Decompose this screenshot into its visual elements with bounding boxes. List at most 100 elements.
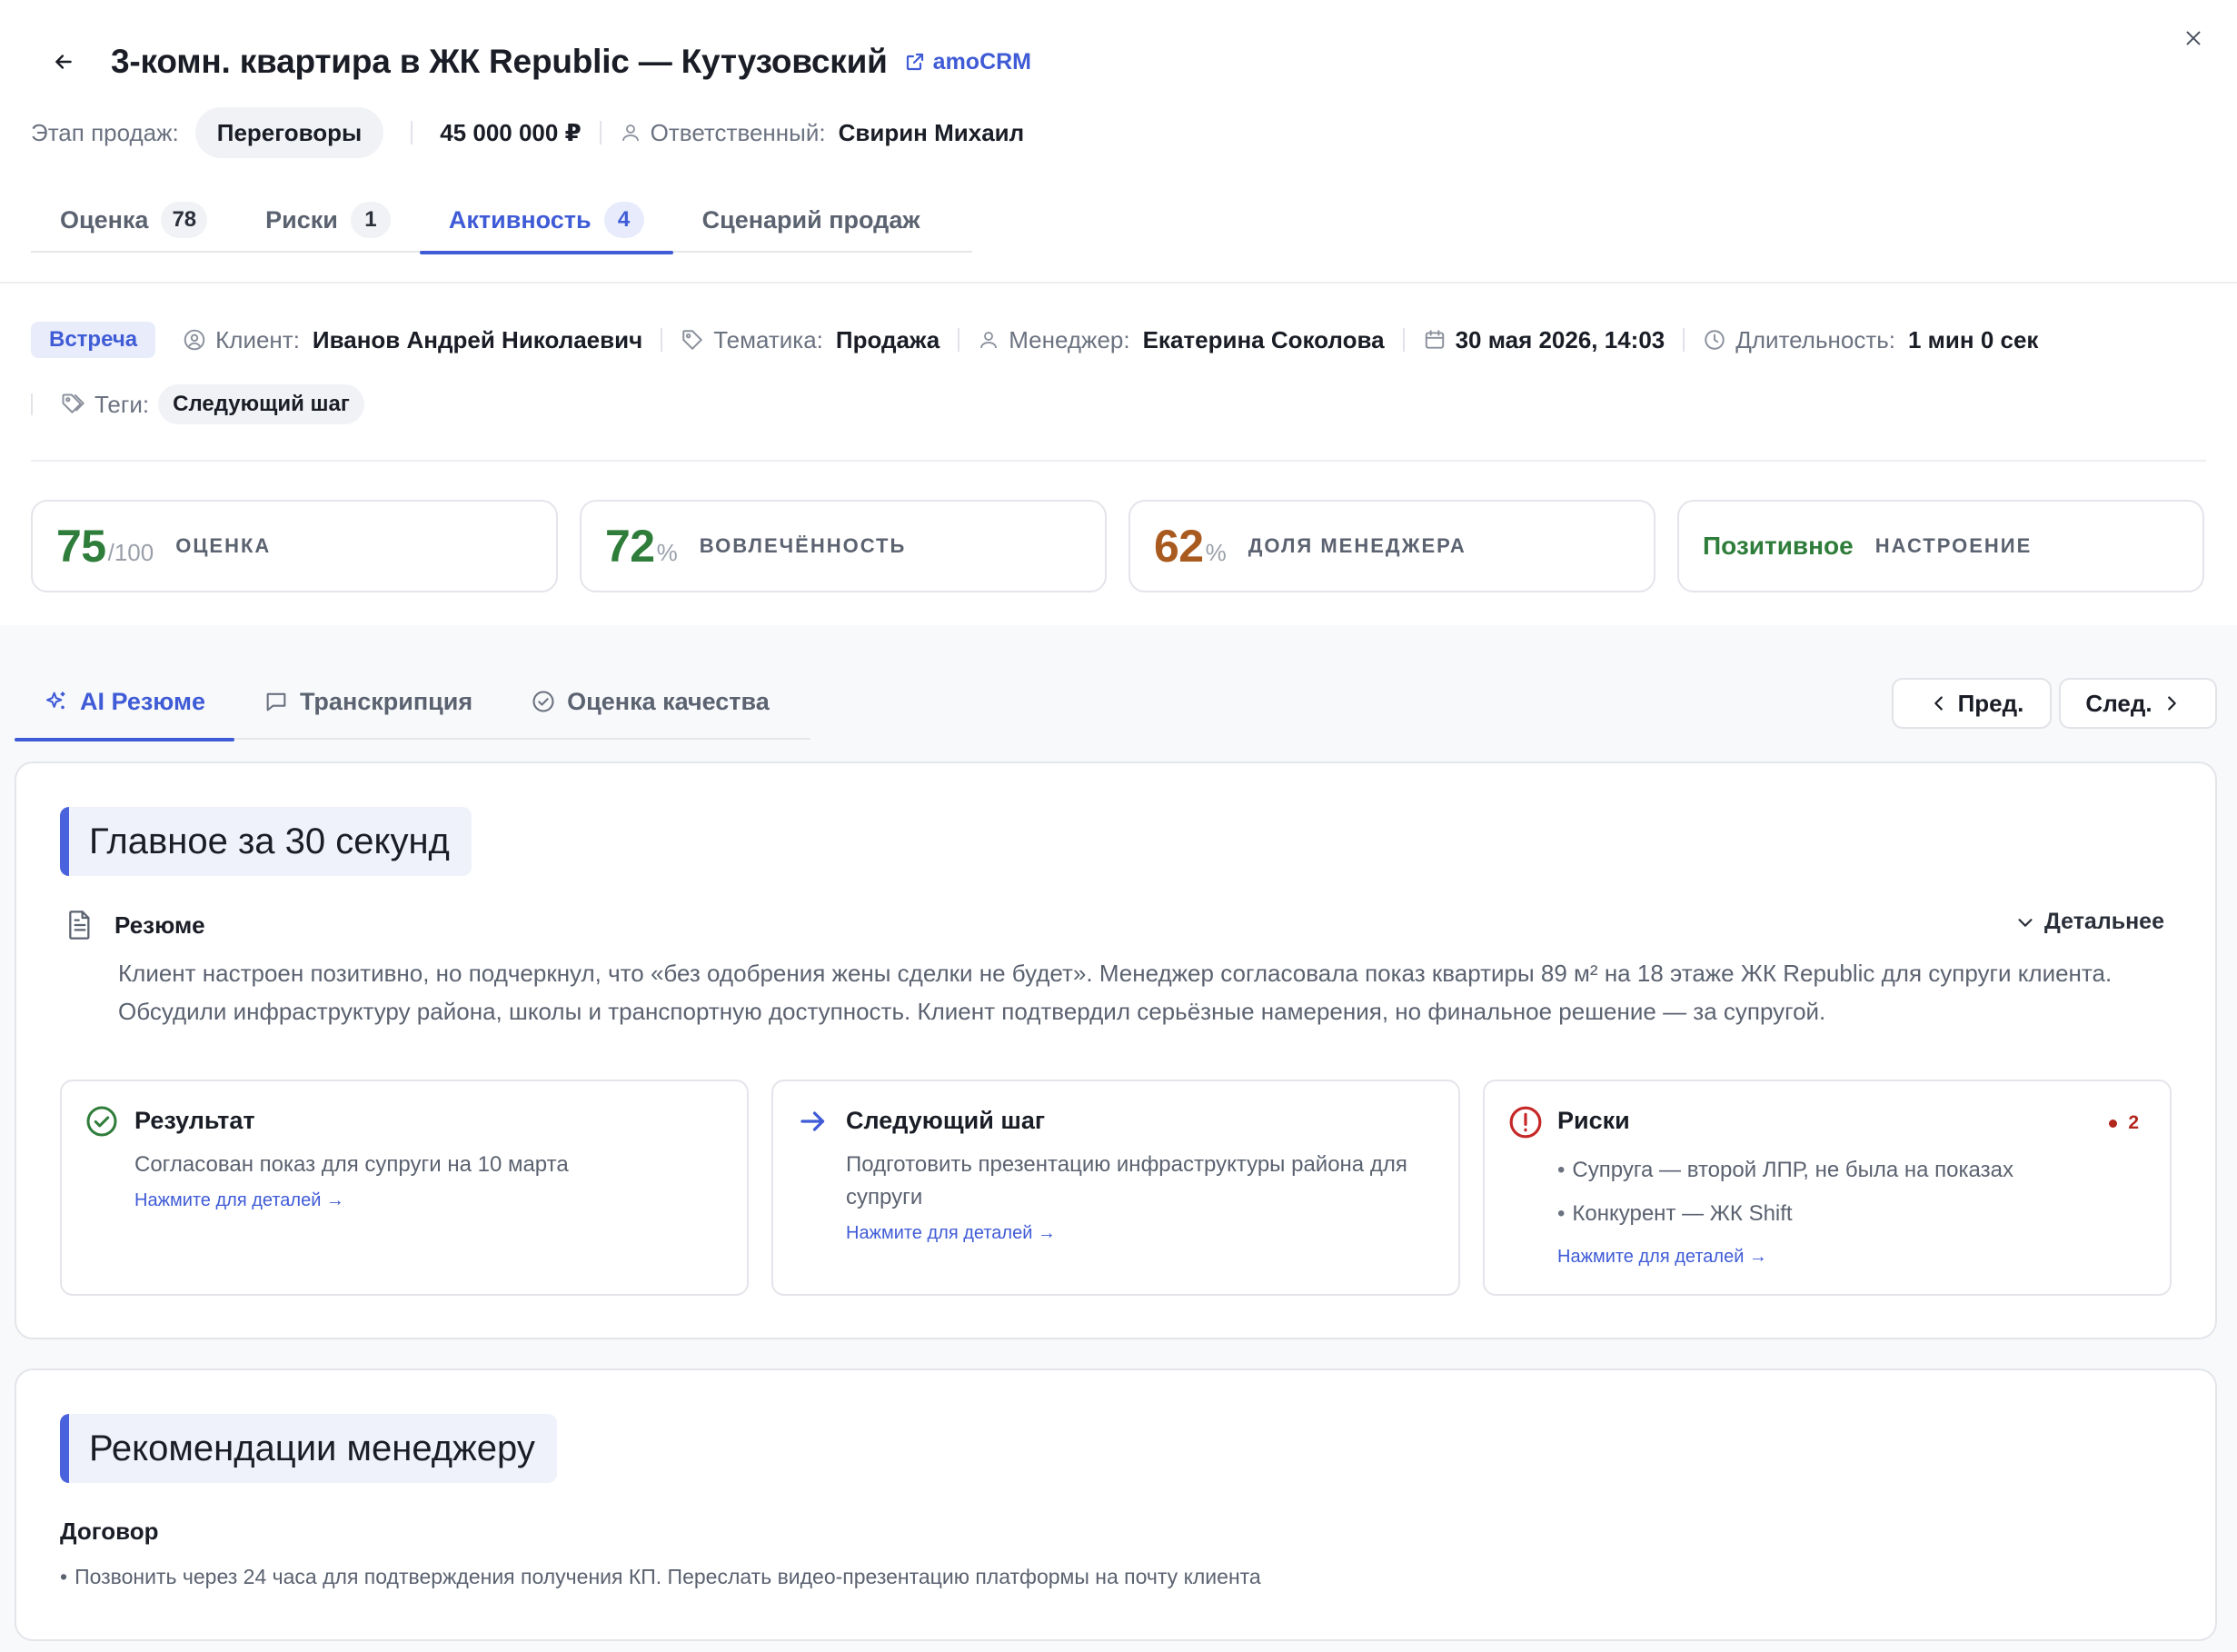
tab-count-badge: 4 bbox=[603, 202, 644, 238]
sparkles-icon bbox=[46, 692, 65, 710]
details-toggle-label: Детальнее bbox=[2044, 909, 2164, 934]
next-step-text: Подготовить презентацию инфраструктуры р… bbox=[846, 1152, 1407, 1209]
stage-badge[interactable]: Переговоры bbox=[194, 107, 384, 158]
risks-details-link[interactable]: Нажмите для деталей → bbox=[1557, 1247, 1767, 1268]
meeting-meta-row: Встреча Клиент: Иванов Андрей Николаевич… bbox=[31, 320, 2038, 360]
kpi-engagement-value: 72 bbox=[605, 521, 655, 572]
tab-risks[interactable]: Риски 1 bbox=[236, 187, 420, 253]
tab-label: Транскрипция bbox=[299, 687, 473, 715]
kpi-score-label: ОЦЕНКА bbox=[175, 534, 272, 557]
tab-count-badge: 78 bbox=[161, 202, 208, 238]
tab-label: Сценарий продаж bbox=[701, 205, 920, 234]
list-item: Конкурент — ЖК Shift bbox=[1557, 1198, 2013, 1241]
user-icon bbox=[621, 124, 639, 142]
divider bbox=[599, 121, 602, 144]
resume-heading: Резюме bbox=[65, 909, 205, 941]
result-title: Результат bbox=[134, 1107, 255, 1134]
tab-label: Риски bbox=[265, 205, 338, 234]
kpi-score-card: 75 /100 ОЦЕНКА bbox=[31, 500, 558, 592]
details-toggle[interactable]: Детальнее bbox=[2015, 909, 2164, 935]
divider bbox=[31, 460, 2206, 462]
tab-quality-score[interactable]: Оценка качества bbox=[502, 663, 799, 740]
manager-label: Менеджер: bbox=[1009, 325, 1130, 353]
duration-value: 1 мин 0 сек bbox=[1908, 325, 2039, 353]
next-step-card[interactable]: Следующий шаг Подготовить презентацию ин… bbox=[771, 1080, 1460, 1296]
user-circle-icon bbox=[184, 329, 205, 351]
page-title: 3-комн. квартира в ЖК Republic — Кутузов… bbox=[111, 43, 888, 80]
kpi-engagement-card: 72 % ВОВЛЕЧЁННОСТЬ bbox=[580, 500, 1107, 592]
owner-label: Ответственный: bbox=[650, 118, 826, 146]
deal-amount: 45 000 000 ₽ bbox=[440, 118, 582, 146]
divider bbox=[1402, 328, 1405, 352]
user-icon bbox=[980, 332, 998, 349]
chevron-right-icon bbox=[2167, 696, 2176, 711]
tag-icon bbox=[682, 330, 702, 350]
deal-info-row: Этап продаж: Переговоры 45 000 000 ₽ Отв… bbox=[31, 107, 1024, 158]
summary-card: Главное за 30 секунд Резюме Детальнее Кл… bbox=[15, 761, 2217, 1339]
close-button[interactable] bbox=[2177, 22, 2210, 55]
summary-title: Главное за 30 секунд bbox=[60, 807, 472, 876]
amocrm-link[interactable]: amoCRM bbox=[904, 49, 1031, 75]
title-row: 3-комн. квартира в ЖК Republic — Кутузов… bbox=[111, 38, 1031, 85]
owner-value: Свирин Михаил bbox=[838, 118, 1025, 146]
duration-label: Длительность: bbox=[1735, 325, 1895, 353]
stage-label: Этап продаж: bbox=[31, 118, 179, 146]
calendar-icon bbox=[1425, 330, 1444, 349]
prev-button[interactable]: Пред. bbox=[1892, 678, 2052, 729]
recommendations-title: Рекомендации менеджеру bbox=[60, 1414, 557, 1483]
result-card[interactable]: Результат Согласован показ для супруги н… bbox=[60, 1080, 749, 1296]
arrow-right-icon bbox=[800, 1111, 825, 1131]
kpi-mood-label: НАСТРОЕНИЕ bbox=[1874, 534, 2033, 557]
tab-ai-summary[interactable]: AI Резюме bbox=[15, 663, 234, 741]
tab-transcription[interactable]: Транскрипция bbox=[234, 663, 502, 740]
tab-score[interactable]: Оценка 78 bbox=[31, 187, 236, 253]
chevron-left-icon bbox=[1934, 696, 1943, 711]
client-label: Клиент: bbox=[215, 325, 300, 353]
divider bbox=[31, 393, 33, 415]
divider bbox=[411, 121, 413, 144]
recommendation-text: Позвонить через 24 часа для подтверждени… bbox=[60, 1565, 1261, 1589]
tags-info: Теги: bbox=[60, 391, 149, 419]
chevron-down-icon bbox=[2018, 918, 2033, 927]
resume-text: Клиент настроен позитивно, но подчеркнул… bbox=[118, 960, 2113, 1025]
tab-label: Оценка качества bbox=[567, 687, 770, 715]
client-info: Клиент: Иванов Андрей Николаевич bbox=[183, 326, 642, 354]
kpi-manager-share-card: 62 % ДОЛЯ МЕНЕДЖЕРА bbox=[1128, 500, 1655, 592]
tab-label: Оценка bbox=[60, 205, 149, 234]
back-button[interactable] bbox=[47, 45, 80, 78]
prev-button-label: Пред. bbox=[1957, 689, 2024, 717]
duration-info: Длительность: 1 мин 0 сек bbox=[1703, 326, 2038, 354]
alert-circle-icon bbox=[1509, 1106, 1542, 1139]
kpi-manager-share-value: 62 bbox=[1154, 521, 1204, 572]
tab-sales-script[interactable]: Сценарий продаж bbox=[673, 187, 949, 253]
kpi-manager-share-suffix: % bbox=[1205, 538, 1227, 566]
manager-value: Екатерина Соколова bbox=[1142, 325, 1385, 353]
manager-info: Менеджер: Екатерина Соколова bbox=[978, 325, 1385, 354]
next-step-details-link[interactable]: Нажмите для деталей → bbox=[846, 1223, 1056, 1244]
tab-count-badge: 1 bbox=[350, 202, 391, 238]
result-details-link[interactable]: Нажмите для деталей → bbox=[134, 1190, 344, 1211]
divider bbox=[0, 282, 2237, 284]
tag-badge[interactable]: Следующий шаг bbox=[158, 384, 364, 424]
next-button[interactable]: След. bbox=[2059, 678, 2217, 729]
client-value: Иванов Андрей Николаевич bbox=[312, 325, 643, 353]
tab-label: Активность bbox=[448, 205, 592, 234]
topic-info: Тематика: Продажа bbox=[681, 326, 940, 354]
kpi-manager-share-label: ДОЛЯ МЕНЕДЖЕРА bbox=[1248, 534, 1466, 557]
tab-activity[interactable]: Активность 4 bbox=[419, 187, 673, 254]
kpi-mood-value: Позитивное bbox=[1703, 532, 1854, 560]
tags-row: Теги: Следующий шаг bbox=[31, 383, 364, 425]
recommendations-card: Рекомендации менеджеру Договор Позвонить… bbox=[15, 1368, 2217, 1641]
activity-type-badge: Встреча bbox=[31, 322, 156, 358]
risks-card[interactable]: Риски 2 Супруга — второй ЛПР, не была на… bbox=[1483, 1080, 2172, 1296]
kpi-engagement-suffix: % bbox=[656, 538, 678, 566]
risks-count-badge: 2 bbox=[2109, 1112, 2139, 1134]
risks-title: Риски bbox=[1557, 1107, 1630, 1134]
divider bbox=[661, 328, 663, 352]
deal-tabs: Оценка 78 Риски 1 Активность 4 Сценарий … bbox=[31, 187, 972, 254]
meeting-datetime: 30 мая 2026, 14:03 bbox=[1455, 325, 1665, 353]
check-circle-icon bbox=[532, 691, 554, 712]
clock-icon bbox=[1705, 330, 1725, 350]
kpi-mood-card: Позитивное НАСТРОЕНИЕ bbox=[1677, 500, 2204, 592]
check-circle-icon bbox=[86, 1106, 117, 1137]
